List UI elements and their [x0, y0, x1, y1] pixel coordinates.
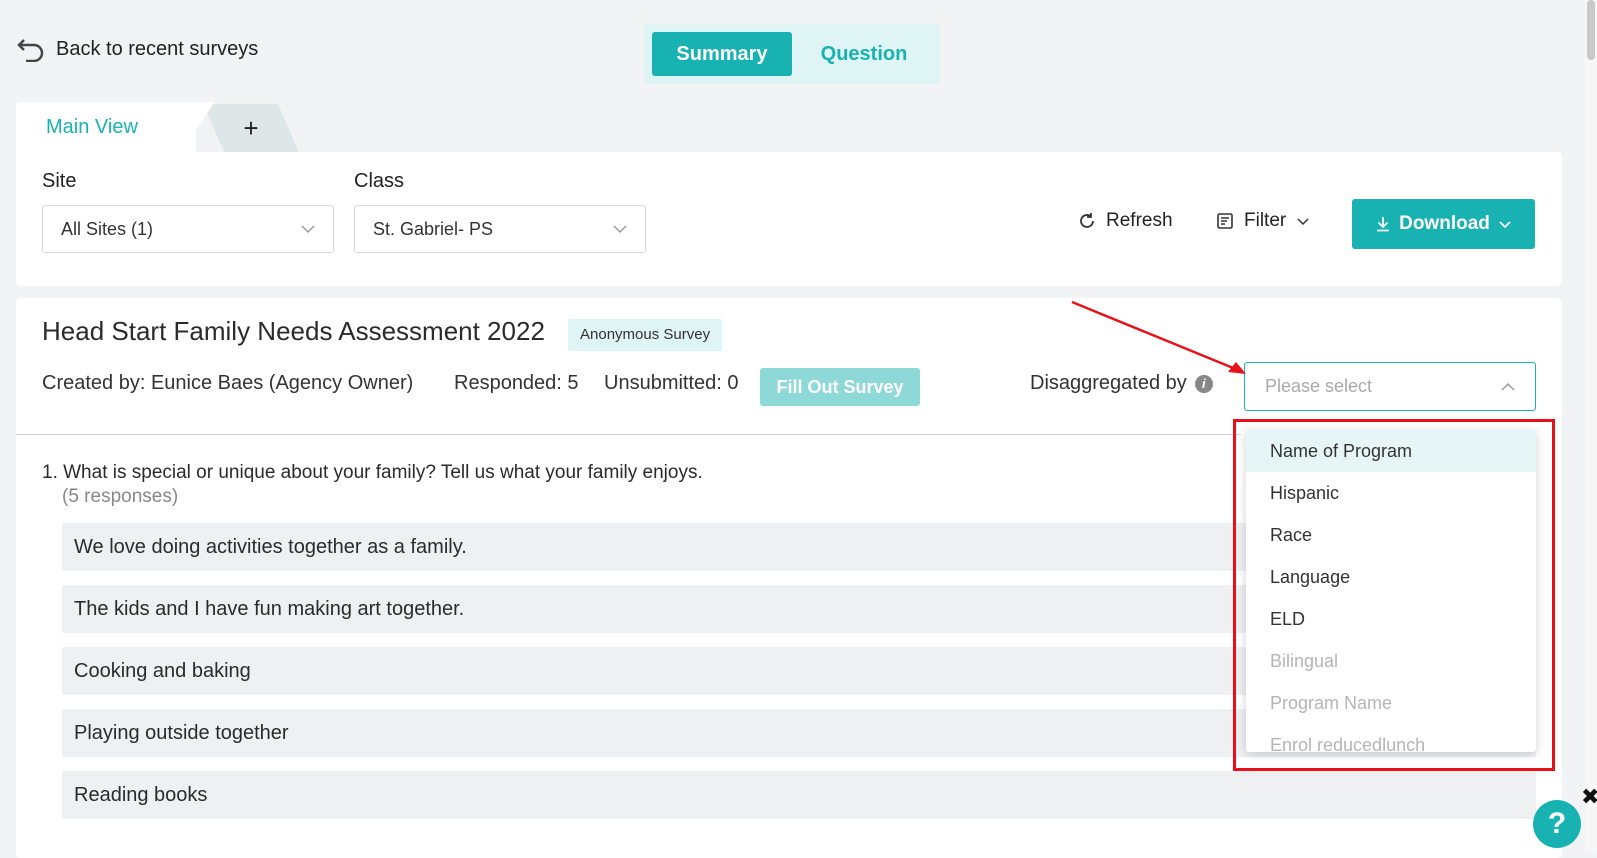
scrollbar-thumb[interactable]	[1587, 0, 1595, 60]
back-label: Back to recent surveys	[56, 37, 259, 60]
annotation-arrow-icon	[1071, 300, 1246, 374]
class-select[interactable]: St. Gabriel- PS	[354, 205, 646, 253]
site-select[interactable]: All Sites (1)	[42, 205, 334, 253]
summary-toggle-button[interactable]: Summary	[652, 32, 792, 76]
view-toggle: Summary Question	[644, 24, 940, 84]
site-select-value: All Sites (1)	[61, 218, 154, 239]
refresh-icon	[1080, 213, 1094, 228]
download-label: Download	[1399, 213, 1490, 234]
back-arrow-icon	[17, 39, 44, 62]
download-button[interactable]: Download	[1352, 199, 1535, 249]
fill-out-survey-button[interactable]: Fill Out Survey	[760, 368, 920, 406]
filter-icon	[1217, 213, 1233, 229]
chevron-down-icon	[301, 225, 315, 234]
refresh-button[interactable]: Refresh	[1078, 210, 1173, 232]
response-count: (5 responses)	[62, 486, 179, 507]
unsubmitted-count: Unsubmitted: 0	[604, 372, 739, 394]
class-label: Class	[354, 170, 405, 192]
chevron-up-icon	[1501, 382, 1515, 391]
chevron-down-icon	[1499, 221, 1511, 229]
divider	[16, 434, 1241, 435]
question-text: 1. What is special or unique about your …	[42, 462, 703, 483]
disaggregated-placeholder: Please select	[1265, 376, 1373, 396]
tab-main-view-label: Main View	[46, 116, 138, 138]
close-icon[interactable]: ✖	[1581, 784, 1597, 810]
chevron-down-icon	[613, 225, 627, 234]
disaggregated-select[interactable]: Please select	[1244, 362, 1536, 411]
class-select-value: St. Gabriel- PS	[373, 218, 494, 239]
created-by: Created by: Eunice Baes (Agency Owner)	[42, 372, 414, 394]
question-toggle-button[interactable]: Question	[796, 32, 932, 76]
back-to-surveys-link[interactable]: Back to recent surveys	[16, 36, 258, 62]
add-tab-button[interactable]: +	[203, 104, 299, 152]
chevron-down-icon	[1297, 218, 1309, 226]
scrollbar-track[interactable]	[1585, 0, 1597, 853]
download-icon	[1377, 217, 1390, 232]
filter-label: Filter	[1244, 210, 1287, 231]
tab-main-view[interactable]: Main View	[16, 102, 196, 152]
anonymous-badge: Anonymous Survey	[568, 319, 723, 351]
annotation-highlight-box	[1233, 419, 1555, 771]
site-label: Site	[42, 170, 77, 192]
tab-main-edge	[180, 102, 215, 152]
help-button[interactable]: ?	[1533, 800, 1581, 848]
filter-button[interactable]: Filter	[1216, 210, 1310, 232]
responded-count: Responded: 5	[454, 372, 579, 394]
refresh-label: Refresh	[1106, 210, 1173, 231]
response-row: Reading books	[62, 771, 1536, 819]
survey-title: Head Start Family Needs Assessment 2022	[42, 316, 545, 346]
